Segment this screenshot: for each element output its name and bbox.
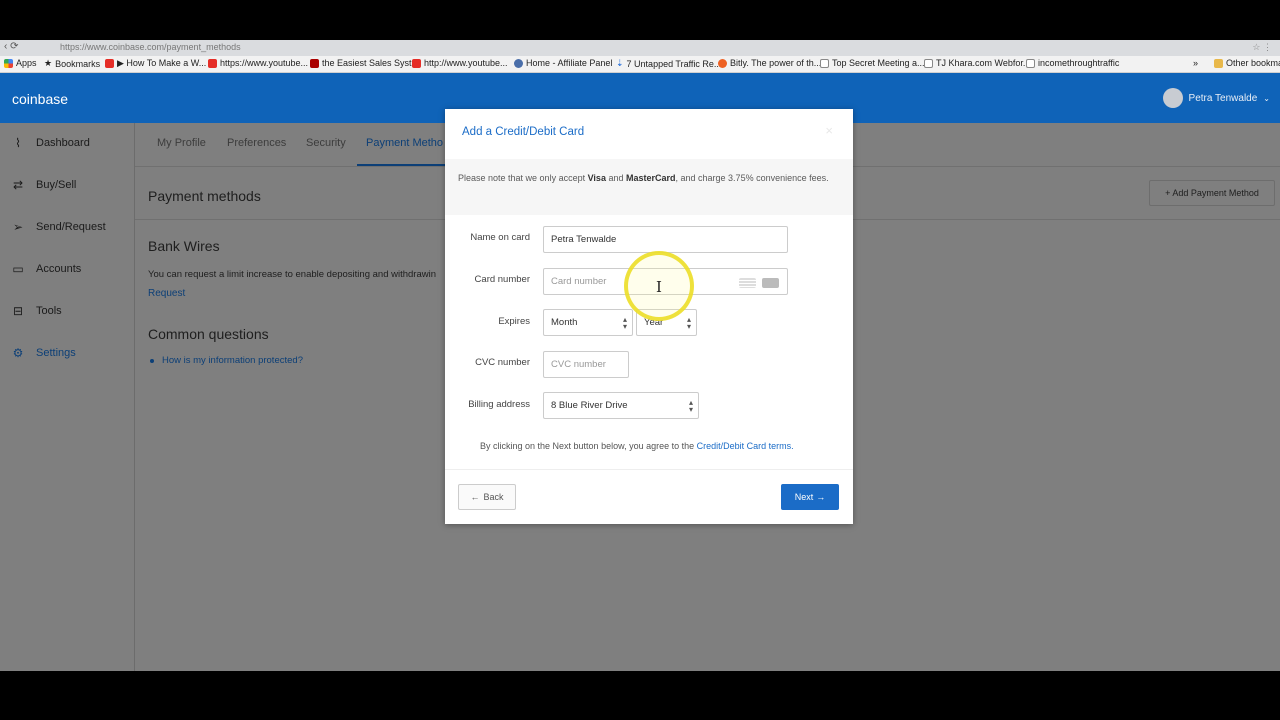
select-arrows-icon: ▴ ▾ [688,398,693,414]
youtube-icon [208,58,217,68]
sidebar-item-dashboard[interactable]: ⌇ Dashboard [10,136,90,150]
avatar [1162,88,1183,108]
bookmark-item[interactable]: TJ Khara.com Webfor... [924,58,1030,68]
page-icon [820,58,829,68]
gear-icon: ⚙ [12,346,24,360]
card-terms-link[interactable]: Credit/Debit Card terms. [697,441,794,451]
traffic-icon: ⇣ [616,58,624,68]
next-button[interactable]: Next → [781,484,839,510]
browser-toolbar-icons[interactable]: ☆ ⋮ [1252,42,1272,53]
bookmark-item[interactable]: http://www.youtube... [412,58,508,68]
chevron-down-icon: ⌄ [1263,93,1270,103]
bookmarks-bar: Apps ★ Bookmarks ▶ How To Make a W... htt… [0,56,1280,73]
folder-icon [1214,58,1223,68]
bitly-icon [718,58,727,68]
name-on-card-label: Name on card [470,232,530,243]
activity-icon: ⌇ [15,136,21,150]
tab-my-profile[interactable]: My Profile [157,137,206,149]
arrow-right-icon: → [816,492,826,502]
common-questions-heading: Common questions [148,326,269,342]
page-icon [1026,58,1035,68]
card-icon [739,278,756,288]
card-number-label: Card number [474,274,530,285]
sidebar-item-buy-sell[interactable]: ⇄ Buy/Sell [10,178,76,192]
active-tab-indicator [357,164,447,166]
star-icon: ★ [44,58,53,68]
coinbase-logo[interactable]: coinbase [12,91,68,107]
bookmark-item[interactable]: ⇣ 7 Untapped Traffic Re... [616,58,721,69]
bookmark-item[interactable]: ▶ How To Make a W... [105,58,206,69]
request-link[interactable]: Request [148,288,185,299]
page-title: Payment methods [148,188,261,204]
select-arrows-icon: ▴ ▾ [622,315,627,331]
bookmark-item[interactable]: the Easiest Sales Syst... [310,58,419,68]
bookmark-item[interactable]: Bitly. The power of th... [718,58,821,68]
user-menu[interactable]: Petra Tenwalde ⌄ [1162,88,1270,108]
apps-icon [4,58,13,68]
billing-address-label: Billing address [468,399,530,410]
cvc-field[interactable]: CVC number [543,351,629,378]
fee-notice: Please note that we only accept Visa and… [445,159,853,215]
tab-preferences[interactable]: Preferences [227,137,286,149]
bookmark-apps[interactable]: Apps [4,58,37,68]
back-button[interactable]: ← Back [458,484,516,510]
bank-wires-heading: Bank Wires [148,238,220,254]
sidebar-item-settings[interactable]: ⚙ Settings [10,346,76,360]
bookmark-item[interactable]: Top Secret Meeting a... [820,58,925,68]
select-arrows-icon: ▴ ▾ [686,315,691,331]
browser-tabstrip: ‹ ⟳ https://www.coinbase.com/payment_met… [0,40,1280,56]
page-icon [924,58,933,68]
modal-title: Add a Credit/Debit Card [462,126,585,138]
terms-text: By clicking on the Next button below, yo… [480,441,794,451]
faq-item[interactable]: How is my information protected? [150,355,303,366]
arrow-left-icon: ← [470,492,480,502]
card-brand-icons [739,278,779,288]
divider [445,469,853,470]
expiry-month-select[interactable]: Month ▴ ▾ [543,309,633,336]
add-payment-method-button[interactable]: + Add Payment Method [1149,180,1275,206]
site-icon [310,58,319,68]
bookmark-bookmarks[interactable]: ★ Bookmarks [44,58,100,69]
card-icon [762,278,779,288]
bookmark-item[interactable]: incomethroughtraffic [1026,58,1119,68]
sidebar-item-accounts[interactable]: ▭ Accounts [10,262,81,276]
sidebar-item-tools[interactable]: ⊟ Tools [10,304,62,318]
bookmarks-overflow[interactable]: » [1193,58,1198,68]
user-name: Petra Tenwalde [1188,92,1258,104]
name-on-card-field[interactable]: Petra Tenwalde [543,226,788,253]
bullet [150,358,154,363]
bookmark-item[interactable]: https://www.youtube... [208,58,308,68]
close-icon[interactable]: × [825,123,833,138]
tab-payment-methods[interactable]: Payment Metho [366,137,443,149]
bookmark-item[interactable]: Home - Affiliate Panel [514,58,612,68]
sidebar: ⌇ Dashboard ⇄ Buy/Sell ➢ Send/Request ▭ Acco… [0,123,135,671]
youtube-icon [412,58,421,68]
text-cursor-icon: I [656,278,662,296]
tab-security[interactable]: Security [306,137,346,149]
wallet-icon: ▭ [12,262,24,276]
send-icon: ➢ [12,220,24,234]
browser-nav-icons[interactable]: ‹ ⟳ [4,41,19,52]
youtube-icon [105,59,114,68]
affiliate-icon [514,58,523,68]
cvc-label: CVC number [475,357,530,368]
expires-label: Expires [498,316,530,327]
sidebar-item-send-request[interactable]: ➢ Send/Request [10,220,106,234]
exchange-icon: ⇄ [12,178,24,192]
address-bar[interactable]: https://www.coinbase.com/payment_methods [60,42,241,52]
bookmark-other[interactable]: Other bookmarks [1214,58,1280,68]
bank-wires-text: You can request a limit increase to enab… [148,269,436,280]
billing-address-select[interactable]: 8 Blue River Drive ▴ ▾ [543,392,699,419]
briefcase-icon: ⊟ [12,304,24,318]
